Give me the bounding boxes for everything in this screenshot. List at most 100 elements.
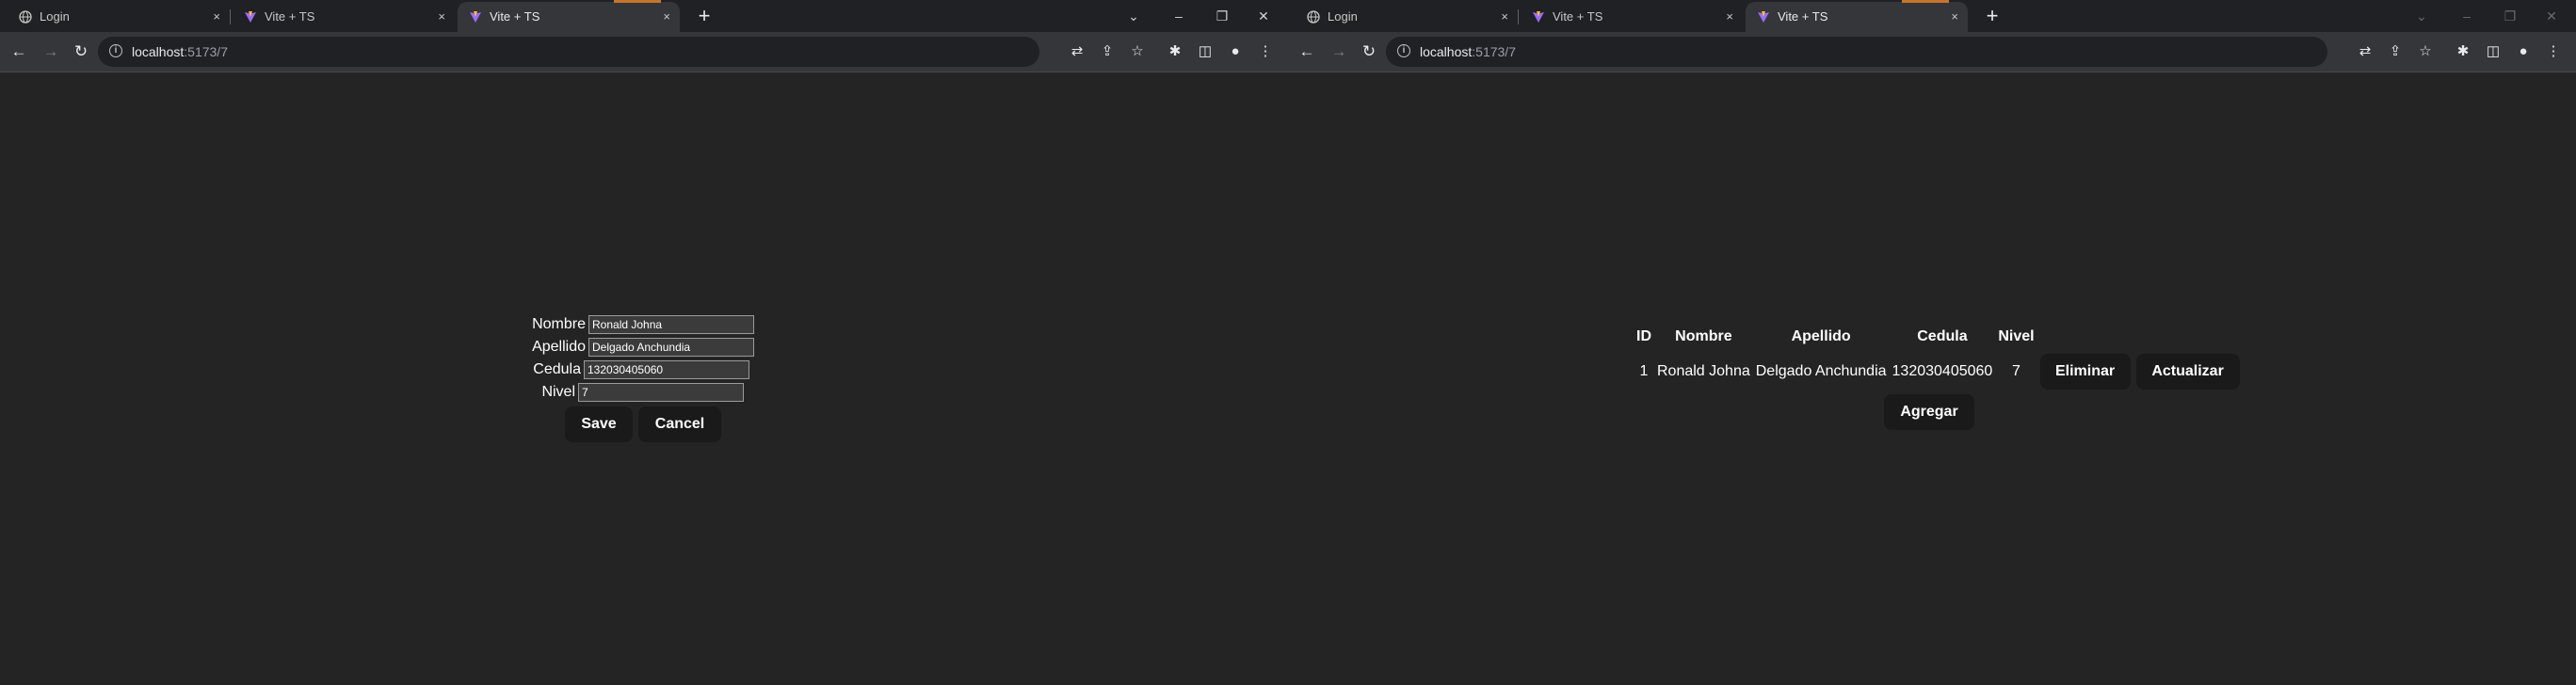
tab-title: Vite + TS [265,9,315,24]
profile-icon[interactable]: ● [2510,39,2536,65]
tab-title: Vite + TS [1778,9,1828,24]
minimize-icon[interactable]: – [2452,2,2482,30]
tab-separator [230,9,231,24]
url-text: localhost:5173/7 [132,44,228,59]
back-icon[interactable]: ← [1294,39,1320,65]
side-panel-icon[interactable]: ◫ [1192,39,1218,65]
cell-nivel: 7 [2011,363,2021,379]
reload-icon[interactable]: ↻ [68,39,94,65]
side-panel-icon[interactable]: ◫ [2480,39,2506,65]
menu-icon[interactable]: ⋮ [2540,39,2567,65]
new-tab-button[interactable]: + [1979,2,2005,30]
extensions-icon[interactable]: ✱ [1162,39,1188,65]
browser-toolbar: ← → ↻ i localhost:5173/7 ⇄ ⇪ ☆ ✱ ◫ ● ⋮ [1288,32,2576,72]
tab-close-icon[interactable]: × [1501,2,1508,32]
tab-vite-1[interactable]: Vite + TS × [233,2,455,32]
address-bar[interactable]: i localhost:5173/7 [1386,37,2327,67]
tab-close-icon[interactable]: × [1726,2,1733,32]
translate-icon[interactable]: ⇄ [1064,39,1090,65]
tab-vite-2-active[interactable]: Vite + TS × [458,0,680,32]
reload-icon[interactable]: ↻ [1356,39,1382,65]
page-content: ID Nombre Apellido Cedula Nivel 1 Ronald… [1288,72,2576,685]
profile-icon[interactable]: ● [1222,39,1248,65]
update-button[interactable]: Actualizar [2135,354,2240,390]
menu-icon[interactable]: ⋮ [1252,39,1279,65]
tab-title: Login [1328,9,1358,24]
site-info-icon[interactable]: i [1397,44,1410,57]
share-icon[interactable]: ⇪ [2382,39,2408,65]
cancel-button[interactable]: Cancel [638,406,721,442]
cell-nombre: Ronald Johna [1657,363,1750,379]
extensions-icon[interactable]: ✱ [2450,39,2476,65]
tab-close-icon[interactable]: × [213,2,220,32]
tab-close-icon[interactable]: × [663,2,670,32]
tab-strip: Login × Vite + TS × Vite + TS × + ⌄ – ❐ … [0,0,1288,32]
nombre-input[interactable]: Ronald Johna [588,315,754,334]
window-close-icon[interactable]: ✕ [1248,2,1279,30]
tab-close-icon[interactable]: × [438,2,445,32]
header-cedula: Cedula [1917,328,1968,344]
apellido-input[interactable]: Delgado Anchundia [588,338,754,357]
apellido-label: Apellido [532,339,586,355]
tab-close-icon[interactable]: × [1951,2,1958,32]
header-actions-empty [2037,321,2133,353]
delete-button[interactable]: Eliminar [2039,354,2131,390]
globe-icon [19,10,32,24]
nombre-label: Nombre [532,316,586,332]
address-bar[interactable]: i localhost:5173/7 [98,37,1039,67]
globe-icon [1307,10,1320,24]
bookmark-star-icon[interactable]: ☆ [1124,39,1151,65]
forward-icon[interactable]: → [38,39,64,65]
restore-icon[interactable]: ❐ [1207,2,1237,30]
table-row: 1 Ronald Johna Delgado Anchundia 1320304… [1634,353,2243,390]
nivel-input[interactable]: 7 [578,383,744,402]
tab-title: Vite + TS [1553,9,1603,24]
tab-strip: Login × Vite + TS × Vite + TS × + ⌄ – ❐ … [1288,0,2576,32]
header-actions-empty [2133,321,2243,353]
table-header-row: ID Nombre Apellido Cedula Nivel [1634,321,2243,353]
tab-accent-bar [614,0,661,3]
url-text: localhost:5173/7 [1420,44,1516,59]
tab-vite-1[interactable]: Vite + TS × [1521,2,1743,32]
browser-window-right: Login × Vite + TS × Vite + TS × + ⌄ – ❐ … [1288,0,2576,685]
tab-login[interactable]: Login × [8,2,231,32]
users-table: ID Nombre Apellido Cedula Nivel 1 Ronald… [1634,321,2243,390]
tab-separator [1518,9,1519,24]
cedula-input[interactable]: 132030405060 [584,360,749,379]
nivel-label: Nivel [541,384,575,400]
tab-accent-bar [1902,0,1949,3]
tab-title: Vite + TS [490,9,540,24]
share-icon[interactable]: ⇪ [1094,39,1120,65]
save-button[interactable]: Save [565,406,633,442]
header-nombre: Nombre [1675,328,1732,344]
add-button[interactable]: Agregar [1884,394,1974,430]
page-content: Nombre Ronald Johna Apellido Delgado Anc… [0,72,1288,685]
tab-login[interactable]: Login × [1296,2,1519,32]
cell-update: Actualizar [2133,353,2243,390]
cedula-label: Cedula [533,361,581,377]
window-close-icon[interactable]: ✕ [2536,2,2567,30]
site-info-icon[interactable]: i [109,44,122,57]
minimize-icon[interactable]: – [1164,2,1194,30]
back-icon[interactable]: ← [6,39,32,65]
cell-delete: Eliminar [2037,353,2133,390]
cell-apellido: Delgado Anchundia [1755,363,1887,379]
translate-icon[interactable]: ⇄ [2352,39,2378,65]
vite-logo-icon [1533,11,1544,23]
cell-cedula: 132030405060 [1892,363,1993,379]
header-nivel: Nivel [1998,328,2035,344]
restore-icon[interactable]: ❐ [2495,2,2525,30]
header-apellido: Apellido [1791,328,1851,344]
tab-title: Login [40,9,70,24]
new-tab-button[interactable]: + [691,2,717,30]
tab-search-icon[interactable]: ⌄ [2407,2,2437,30]
tab-vite-2-active[interactable]: Vite + TS × [1746,0,1968,32]
vite-logo-icon [245,11,256,23]
header-id: ID [1636,328,1651,344]
browser-window-left: Login × Vite + TS × Vite + TS × + ⌄ – ❐ … [0,0,1288,685]
tab-search-icon[interactable]: ⌄ [1119,2,1149,30]
bookmark-star-icon[interactable]: ☆ [2412,39,2439,65]
forward-icon[interactable]: → [1326,39,1352,65]
cell-id: 1 [1639,363,1649,379]
vite-logo-icon [470,11,481,23]
